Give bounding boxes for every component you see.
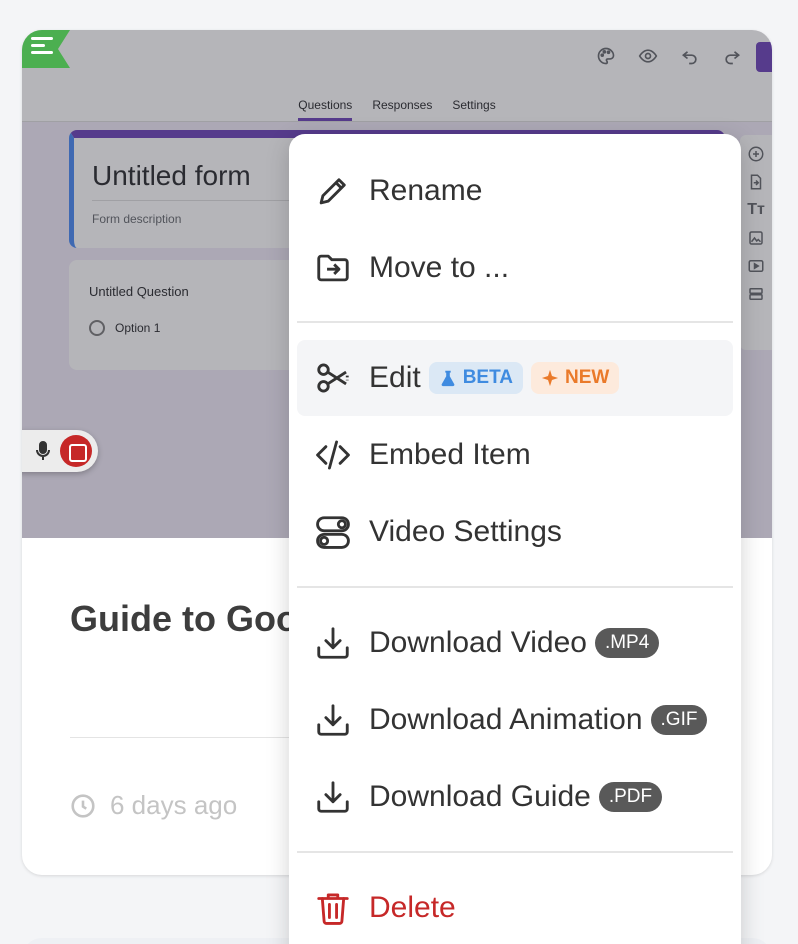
menu-item-video-settings[interactable]: Video Settings [297, 494, 733, 570]
menu-label-embed: Embed Item [369, 438, 531, 471]
menu-label-rename: Rename [369, 174, 483, 207]
guide-title: Guide to Goo [70, 598, 298, 639]
menu-item-delete[interactable]: Delete [297, 870, 733, 944]
download-icon [313, 700, 353, 740]
flask-icon [441, 370, 455, 387]
context-menu: Rename Move to ... Edit BETA NEW Embed I… [289, 134, 741, 944]
scissors-icon [313, 358, 353, 398]
mp4-badge: .MP4 [594, 628, 660, 658]
menu-item-download-animation[interactable]: Download Animation .GIF [297, 682, 733, 758]
menu-label-video-settings: Video Settings [369, 515, 562, 548]
microphone-icon[interactable] [36, 441, 50, 461]
recorder-control[interactable] [22, 430, 98, 472]
new-label: NEW [565, 367, 610, 388]
menu-divider [297, 851, 733, 853]
download-icon [313, 777, 353, 817]
clock-icon [71, 793, 95, 818]
menu-divider [297, 586, 733, 588]
menu-label-download-animation: Download Animation [369, 703, 643, 736]
gif-badge: .GIF [650, 705, 708, 735]
menu-item-embed[interactable]: Embed Item [297, 417, 733, 493]
menu-label-move-to: Move to ... [369, 251, 510, 284]
pencil-icon [313, 171, 353, 211]
pdf-badge: .PDF [598, 782, 663, 812]
menu-item-move-to[interactable]: Move to ... [297, 230, 733, 306]
toggles-icon [313, 512, 353, 552]
code-icon [313, 435, 353, 475]
beta-label: BETA [462, 367, 514, 388]
stop-recording-button[interactable] [60, 435, 92, 467]
timestamp: 6 days ago [70, 790, 237, 821]
menu-item-edit[interactable]: Edit BETA NEW [297, 340, 733, 416]
trash-icon [313, 888, 353, 928]
menu-lines-icon [31, 37, 53, 58]
menu-item-download-guide[interactable]: Download Guide .PDF [297, 759, 733, 835]
new-badge: NEW [531, 362, 620, 394]
sparkle-icon [541, 369, 559, 387]
download-icon [313, 623, 353, 663]
menu-item-download-video[interactable]: Download Video .MP4 [297, 605, 733, 681]
menu-divider [297, 321, 733, 323]
menu-label-download-video: Download Video [369, 626, 587, 659]
menu-label-delete: Delete [369, 891, 456, 924]
time-ago-text: 6 days ago [110, 790, 238, 820]
menu-item-rename[interactable]: Rename [297, 153, 733, 229]
menu-label-edit: Edit [369, 361, 421, 394]
folder-move-icon [313, 248, 353, 288]
menu-label-download-guide: Download Guide [369, 780, 591, 813]
beta-badge: BETA [428, 362, 524, 394]
